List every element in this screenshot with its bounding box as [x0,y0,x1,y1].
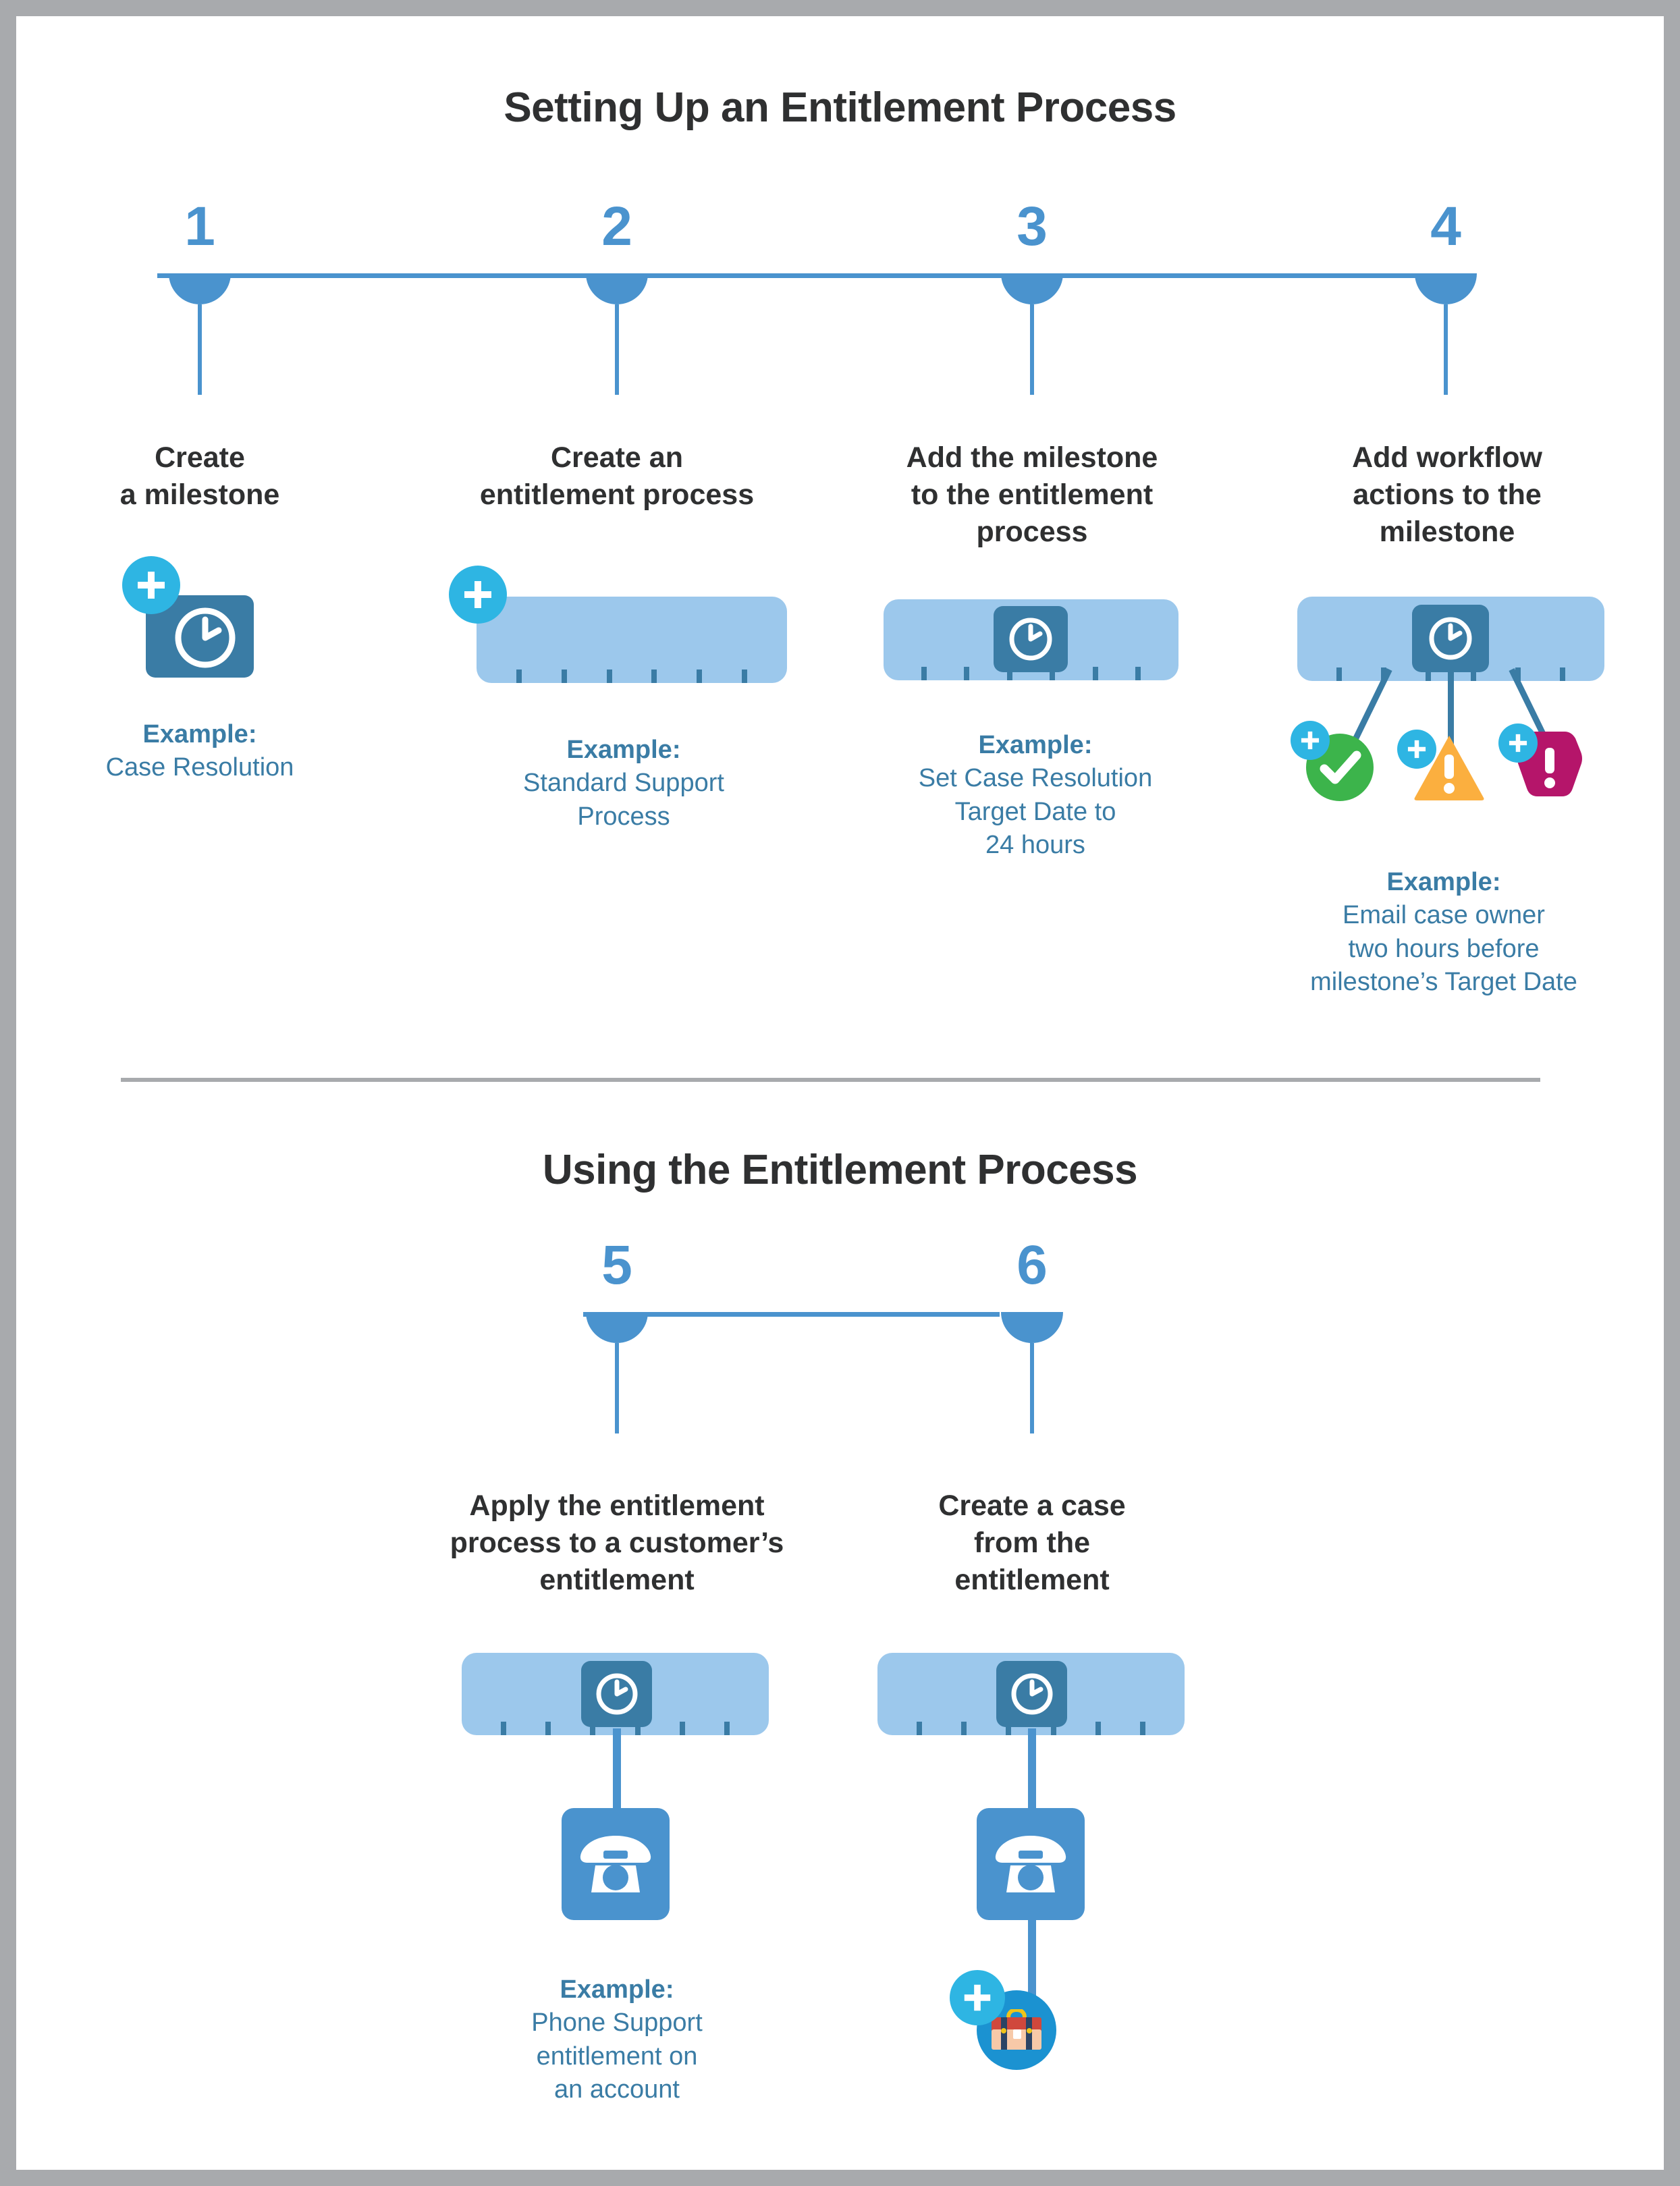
example-2: Example: Standard Support Process [455,734,792,834]
step-number-5: 5 [601,1234,632,1296]
step-heading-line: from the [974,1527,1090,1560]
plus-icon[interactable] [950,1970,1005,2025]
plus-glyph [464,581,491,608]
timeline-stem-2 [615,304,619,395]
example-value-line: milestone’s Target Date [1310,968,1577,997]
step-heading-line: process to a customer’s [450,1527,784,1560]
step-heading-line: milestone [1379,516,1515,549]
entitlement-process-bar-icon[interactable] [477,597,787,683]
plus-glyph [138,572,165,599]
plus-icon[interactable] [1291,721,1330,760]
step-heading-line: a milestone [119,479,280,512]
plus-icon[interactable] [449,566,507,624]
example-value-line: Email case owner [1343,901,1545,930]
example-value-line: Case Resolution [105,753,294,782]
step-number-6: 6 [1017,1234,1048,1296]
section-title-setup: Setting Up an Entitlement Process [504,84,1176,131]
section-divider [121,1078,1540,1082]
timeline-stem-3 [1030,304,1034,395]
example-value-line: Target Date to [954,797,1116,826]
process-bar-ticks [477,668,787,683]
example-label: Example: [566,736,681,764]
timeline-stem-6 [1030,1343,1034,1433]
step-number-2: 2 [601,196,632,257]
step-heading-line: Create [155,441,245,474]
step-number-3: 3 [1017,196,1048,257]
timeline-marker-3 [1001,273,1063,304]
plus-glyph [964,1984,991,2011]
infographic-page: Setting Up an Entitlement Process 1 2 3 … [16,16,1664,2170]
step-heading-line: actions to the [1353,479,1542,512]
step-heading-2: Create an entitlement process [455,439,779,514]
plus-icon[interactable] [1498,723,1538,763]
step-heading-line: entitlement [539,1564,695,1597]
example-label: Example: [1386,868,1501,896]
plus-glyph [1407,740,1426,759]
example-value-line: Phone Support [531,2009,703,2038]
step-heading-6: Create a case from the entitlement [867,1487,1197,1599]
phone-icon[interactable] [562,1808,670,1920]
clock-glyph [596,1673,637,1715]
timeline-marker-2 [586,273,648,304]
step-heading-line: Create a case [938,1490,1126,1522]
clock-glyph [1429,617,1472,660]
clock-glyph [1011,1673,1052,1715]
timeline-marker-4 [1415,273,1477,304]
step6-drop-line-lower [1028,1916,1036,2004]
step-heading-line: entitlement process [479,479,755,512]
step-heading-5: Apply the entitlement process to a custo… [414,1487,819,1599]
example-3: Example: Set Case Resolution Target Date… [846,729,1224,863]
milestone-clock-icon[interactable] [1412,605,1489,672]
example-value-line: two hours before [1348,934,1540,963]
example-value-line: Process [577,802,670,831]
timeline-stem-1 [198,304,202,395]
example-label: Example: [560,1975,674,2004]
step-heading-line: Create an [551,441,683,474]
step-heading-line: Add workflow [1352,441,1542,474]
timeline-marker-1 [169,273,231,304]
plus-glyph [1509,734,1527,753]
step-heading-line: to the entitlement [911,479,1154,512]
step-number-4: 4 [1430,196,1461,257]
clock-glyph [1009,618,1052,661]
step-heading-line: Add the milestone [906,441,1158,474]
example-1: Example: Case Resolution [45,718,355,785]
step-heading-line: Apply the entitlement [469,1490,765,1522]
step-heading-3: Add the milestone to the entitlement pro… [857,439,1208,551]
rotary-phone-glyph [995,1836,1066,1892]
timeline-stem-5 [615,1343,619,1433]
milestone-clock-icon[interactable] [994,606,1068,672]
plus-icon[interactable] [1397,730,1436,769]
example-value-line: an account [554,2075,680,2104]
step-number-1: 1 [184,196,215,257]
timeline-stem-4 [1444,304,1448,395]
example-label: Example: [978,731,1093,759]
example-value-line: 24 hours [985,831,1085,860]
phone-icon[interactable] [977,1808,1085,1920]
plus-icon[interactable] [122,556,180,614]
example-label: Example: [142,720,257,748]
step-heading-4: Add workflow actions to the milestone [1272,439,1623,551]
example-5: Example: Phone Support entitlement on an… [462,1973,772,2107]
rotary-phone-glyph [580,1836,651,1892]
step-heading-line: entitlement [954,1564,1110,1597]
example-value-line: Set Case Resolution [918,764,1153,793]
example-value-line: entitlement on [536,2042,698,2071]
timeline-marker-6 [1001,1312,1063,1343]
step-heading-line: process [976,516,1088,549]
timeline-marker-5 [586,1312,648,1343]
milestone-clock-icon[interactable] [581,1661,652,1727]
milestone-clock-icon[interactable] [996,1661,1067,1727]
timeline-rail-top [157,273,1449,278]
section-title-using: Using the Entitlement Process [542,1147,1138,1193]
example-value-line: Standard Support [523,769,724,798]
step-heading-1: Create a milestone [51,439,348,514]
example-4: Example: Email case owner two hours befo… [1251,866,1636,1000]
plus-glyph [1301,731,1320,750]
